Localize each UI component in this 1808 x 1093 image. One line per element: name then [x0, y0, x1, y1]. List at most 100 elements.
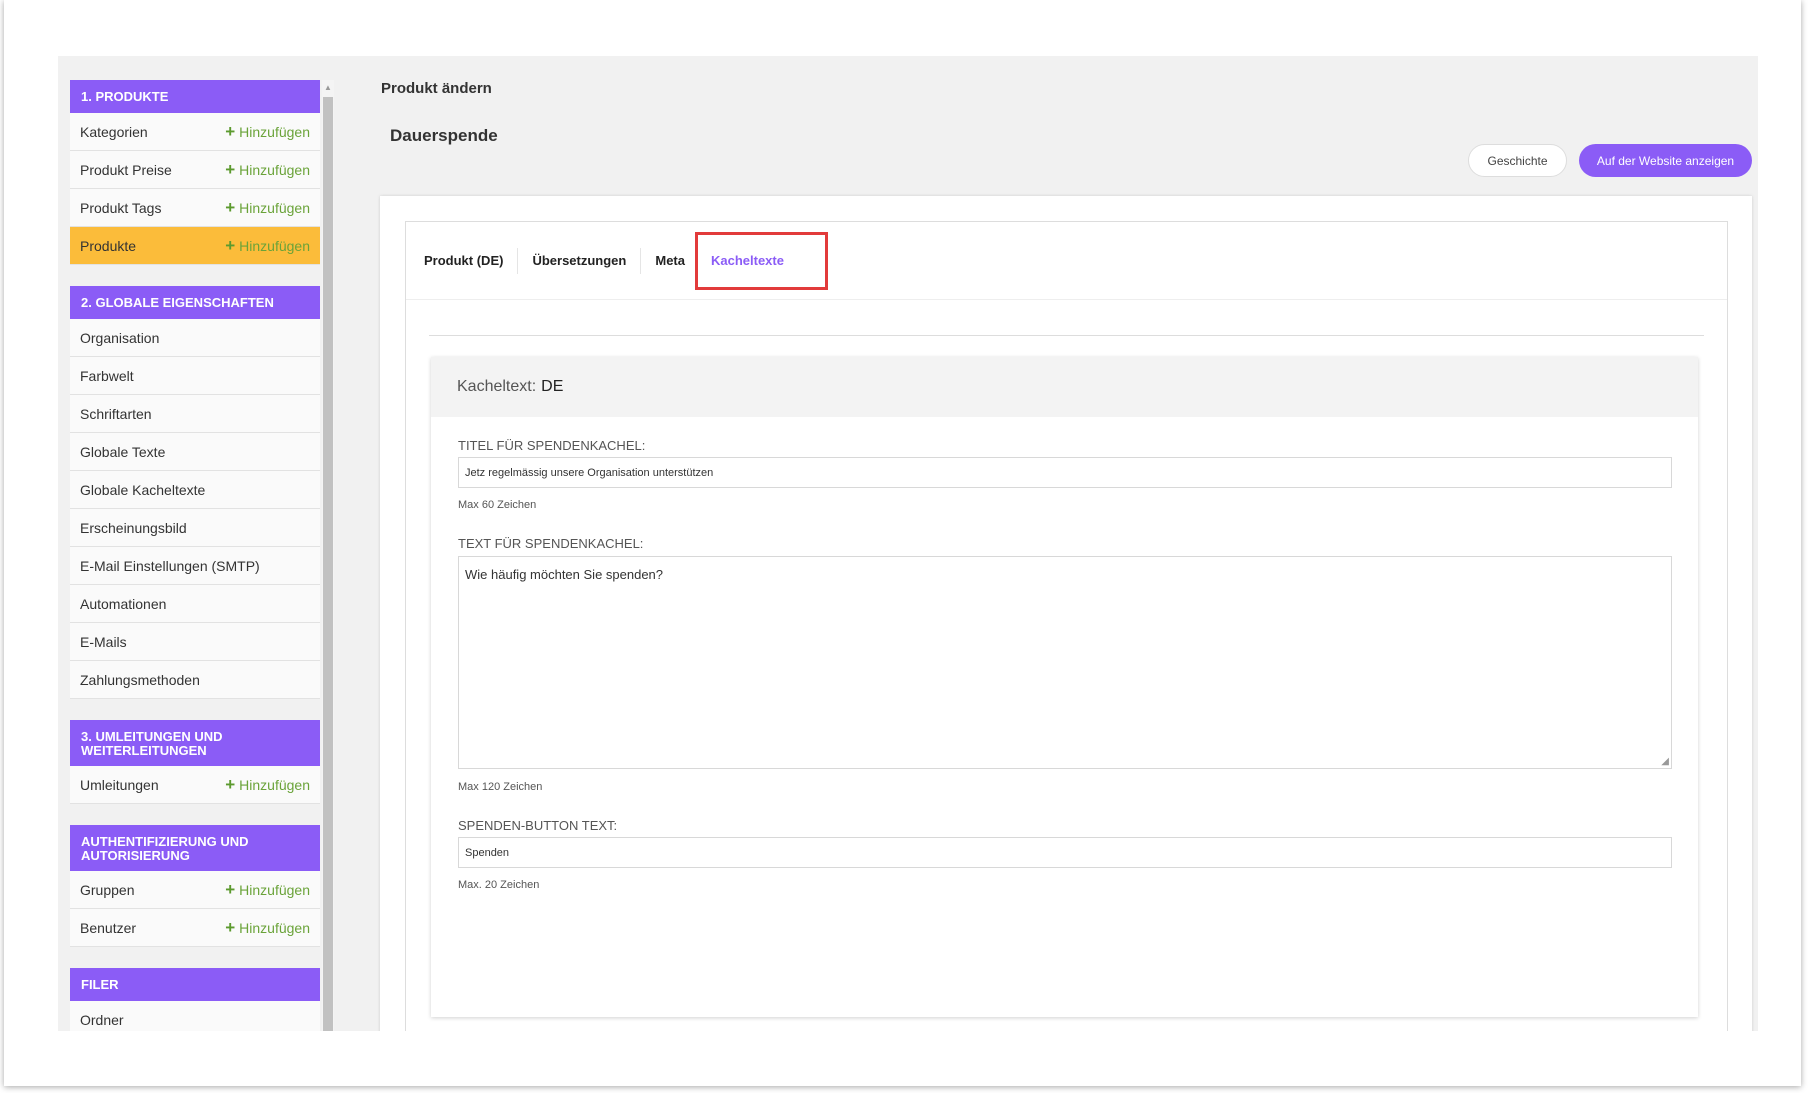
add-label: Hinzufügen	[239, 237, 310, 254]
text-textarea[interactable]: Wie häufig möchten Sie spenden? ◢	[458, 556, 1672, 769]
add-link[interactable]: + Hinzufügen	[225, 879, 310, 899]
sidebar-item-label: Umleitungen	[80, 776, 159, 793]
sidebar-section-authentifizierung: AUTHENTIFIZIERUNG UND AUTORISIERUNG Grup…	[70, 825, 320, 947]
sidebar-item-label: Globale Texte	[80, 443, 166, 460]
sidebar-section-title: FILER	[70, 968, 320, 1001]
sidebar-item-emails[interactable]: E-Mails	[70, 623, 320, 661]
sidebar-item-label: Benutzer	[80, 919, 137, 936]
plus-icon: +	[225, 917, 236, 937]
button-hint: Max. 20 Zeichen	[458, 879, 540, 891]
window-frame: 1. PRODUKTE Kategorien + Hinzufügen Produ…	[4, 0, 1801, 1086]
add-label: Hinzufügen	[239, 199, 310, 216]
page-title: Dauerspende	[390, 126, 498, 145]
view-on-site-button[interactable]: Auf der Website anzeigen	[1579, 144, 1752, 177]
sidebar-item-produkt-preise[interactable]: Produkt Preise + Hinzufügen	[70, 151, 320, 189]
sidebar-item-produkt-tags[interactable]: Produkt Tags + Hinzufügen	[70, 189, 320, 227]
sidebar-item-label: Farbwelt	[80, 367, 134, 384]
sidebar-item-label: Zahlungsmethoden	[80, 671, 200, 688]
sidebar-item-label: Automationen	[80, 595, 167, 612]
sidebar-item-globale-texte[interactable]: Globale Texte	[70, 433, 320, 471]
tab-kacheltexte[interactable]: Kacheltexte	[689, 248, 806, 274]
sidebar-scrollbar[interactable]: ▲	[322, 80, 334, 1031]
sidebar-section-filer: FILER Ordner	[70, 968, 320, 1031]
tab-uebersetzungen[interactable]: Übersetzungen	[518, 247, 642, 274]
sidebar-section-produkte: 1. PRODUKTE Kategorien + Hinzufügen Produ…	[70, 80, 320, 265]
add-label: Hinzufügen	[239, 123, 310, 140]
sidebar: 1. PRODUKTE Kategorien + Hinzufügen Produ…	[70, 80, 320, 1031]
sidebar-item-farbwelt[interactable]: Farbwelt	[70, 357, 320, 395]
sidebar-item-gruppen[interactable]: Gruppen + Hinzufügen	[70, 871, 320, 909]
sidebar-item-label: Kategorien	[80, 123, 148, 140]
sidebar-item-email-einstellungen[interactable]: E-Mail Einstellungen (SMTP)	[70, 547, 320, 585]
add-link[interactable]: + Hinzufügen	[225, 774, 310, 794]
sidebar-item-label: E-Mails	[80, 633, 127, 650]
button-text-input-value: Spenden	[465, 846, 510, 859]
text-field-label: TEXT FÜR SPENDENKACHEL:	[458, 536, 644, 551]
sidebar-item-label: Organisation	[80, 329, 160, 346]
sidebar-item-umleitungen[interactable]: Umleitungen + Hinzufügen	[70, 766, 320, 804]
sidebar-item-produkte[interactable]: Produkte + Hinzufügen	[70, 227, 320, 265]
title-hint: Max 60 Zeichen	[458, 499, 537, 511]
plus-icon: +	[225, 121, 236, 141]
sidebar-section-title: 3. UMLEITUNGEN UND WEITERLEITUNGEN	[70, 720, 320, 766]
sidebar-item-ordner[interactable]: Ordner	[70, 1001, 320, 1031]
sidebar-item-label: E-Mail Einstellungen (SMTP)	[80, 557, 260, 574]
sidebar-item-label: Gruppen	[80, 881, 135, 898]
divider	[429, 335, 1704, 336]
plus-icon: +	[225, 159, 236, 179]
sidebar-item-globale-kacheltexte[interactable]: Globale Kacheltexte	[70, 471, 320, 509]
scroll-up-icon[interactable]: ▲	[324, 83, 332, 92]
title-input-value: Jetz regelmässig unsere Organisation unt…	[465, 466, 714, 479]
scrollbar-thumb[interactable]	[323, 97, 333, 1031]
tab-meta[interactable]: Meta	[641, 248, 689, 274]
add-link[interactable]: + Hinzufügen	[225, 235, 310, 255]
card-header: Kacheltext: DE	[431, 357, 1698, 417]
add-link[interactable]: + Hinzufügen	[225, 121, 310, 141]
tab-produkt-de[interactable]: Produkt (DE)	[420, 247, 519, 274]
button-field-label: SPENDEN-BUTTON TEXT:	[458, 818, 618, 833]
tab-bar: Produkt (DE) Übersetzungen Meta Kachelte…	[406, 222, 1727, 300]
sidebar-item-organisation[interactable]: Organisation	[70, 319, 320, 357]
button-text-input[interactable]: Spenden	[458, 837, 1672, 868]
plus-icon: +	[225, 235, 236, 255]
add-label: Hinzufügen	[239, 776, 310, 793]
sidebar-item-label: Globale Kacheltexte	[80, 481, 206, 498]
sidebar-item-label: Schriftarten	[80, 405, 152, 422]
card-header-label: Kacheltext:	[457, 378, 537, 395]
sidebar-section-globale-eigenschaften: 2. GLOBALE EIGENSCHAFTEN Organisation Fa…	[70, 286, 320, 699]
sidebar-item-label: Ordner	[80, 1011, 124, 1028]
add-label: Hinzufügen	[239, 881, 310, 898]
sidebar-section-title: AUTHENTIFIZIERUNG UND AUTORISIERUNG	[70, 825, 320, 871]
plus-icon: +	[225, 774, 236, 794]
sidebar-item-label: Produkt Tags	[80, 199, 162, 216]
sidebar-item-erscheinungsbild[interactable]: Erscheinungsbild	[70, 509, 320, 547]
title-input[interactable]: Jetz regelmässig unsere Organisation unt…	[458, 457, 1672, 488]
sidebar-item-schriftarten[interactable]: Schriftarten	[70, 395, 320, 433]
admin-app: 1. PRODUKTE Kategorien + Hinzufügen Produ…	[58, 56, 1758, 1031]
text-textarea-value: Wie häufig möchten Sie spenden?	[465, 567, 664, 582]
sidebar-item-kategorien[interactable]: Kategorien + Hinzufügen	[70, 113, 320, 151]
sidebar-item-label: Produkte	[80, 237, 137, 254]
kacheltext-card: Kacheltext: DE TITEL FÜR SPENDENKACHEL: …	[431, 357, 1698, 1017]
history-button[interactable]: Geschichte	[1468, 144, 1567, 177]
sidebar-section-title: 2. GLOBALE EIGENSCHAFTEN	[70, 286, 320, 319]
sidebar-section-title: 1. PRODUKTE	[70, 80, 320, 113]
add-label: Hinzufügen	[239, 161, 310, 178]
sidebar-item-label: Produkt Preise	[80, 161, 172, 178]
sidebar-item-automationen[interactable]: Automationen	[70, 585, 320, 623]
plus-icon: +	[225, 879, 236, 899]
sidebar-section-umleitungen: 3. UMLEITUNGEN UND WEITERLEITUNGEN Umlei…	[70, 720, 320, 804]
tab-container: Produkt (DE) Übersetzungen Meta Kachelte…	[405, 221, 1728, 1031]
add-link[interactable]: + Hinzufügen	[225, 159, 310, 179]
add-label: Hinzufügen	[239, 919, 310, 936]
resize-grip-icon[interactable]: ◢	[1661, 756, 1669, 767]
add-link[interactable]: + Hinzufügen	[225, 917, 310, 937]
text-hint: Max 120 Zeichen	[458, 781, 543, 793]
title-field-label: TITEL FÜR SPENDENKACHEL:	[458, 438, 646, 453]
sidebar-item-benutzer[interactable]: Benutzer + Hinzufügen	[70, 909, 320, 947]
sidebar-item-zahlungsmethoden[interactable]: Zahlungsmethoden	[70, 661, 320, 699]
plus-icon: +	[225, 197, 236, 217]
breadcrumb: Produkt ändern	[381, 80, 492, 97]
card-header-language: DE	[541, 378, 564, 395]
add-link[interactable]: + Hinzufügen	[225, 197, 310, 217]
